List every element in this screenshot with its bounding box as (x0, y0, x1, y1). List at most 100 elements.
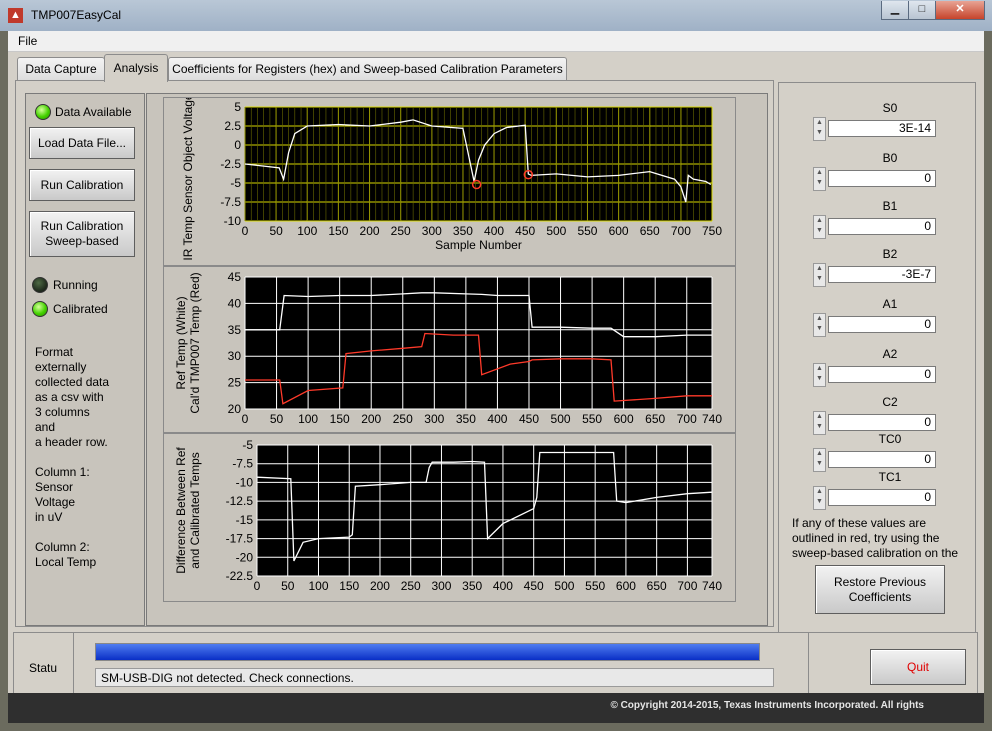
y-tick-label: 0 (234, 138, 241, 152)
x-tick-label: 450 (524, 579, 544, 593)
y-tick-label: 45 (228, 270, 242, 284)
restore-coefficients-button[interactable]: Restore Previous Coefficients (815, 565, 945, 614)
coefficients-note: If any of these values are outlined in r… (792, 516, 959, 560)
coef-spinner-b1[interactable]: ▲ ▼ (813, 215, 826, 239)
menu-bar: File (8, 31, 984, 52)
y-axis-label-line: Ref Temp (White) (174, 296, 188, 389)
x-tick-label: 550 (582, 412, 602, 426)
x-tick-label: 350 (462, 579, 482, 593)
x-tick-label: 600 (616, 579, 636, 593)
y-axis-label-line: IR Temp Sensor Object Voltage (uV) (181, 98, 195, 261)
coef-field-s0[interactable]: 3E-14 (828, 120, 936, 137)
x-tick-label: 300 (424, 412, 444, 426)
menu-file[interactable]: File (18, 34, 37, 48)
status-label: Statu (29, 661, 58, 675)
coef-field-b1[interactable]: 0 (828, 218, 936, 235)
y-tick-label: -7.5 (232, 457, 253, 471)
load-data-file-button[interactable]: Load Data File... (29, 127, 135, 159)
y-tick-label: -10 (236, 475, 254, 489)
coef-spinner-a1[interactable]: ▲ ▼ (813, 313, 826, 337)
temperature-chart: 0 50 100 150 200 250 300 350 400 450 500 550 600 650 7… (163, 266, 736, 433)
x-tick-label: 400 (487, 412, 507, 426)
x-tick-label: 250 (401, 579, 421, 593)
running-led (32, 277, 48, 293)
x-tick-label: 0 (254, 579, 261, 593)
coef-spinner-s0[interactable]: ▲ ▼ (813, 117, 826, 141)
coef-field-c2[interactable]: 0 (828, 414, 936, 431)
run-calibration-button[interactable]: Run Calibration (29, 169, 135, 201)
coef-field-a1[interactable]: 0 (828, 316, 936, 333)
coef-spinner-tc1[interactable]: ▲ ▼ (813, 486, 826, 510)
y-axis-label-line: Difference Between Ref (174, 447, 188, 574)
coef-field-b2[interactable]: -3E-7 (828, 266, 936, 283)
tab-data-capture[interactable]: Data Capture (17, 57, 105, 81)
y-tick-label: 25 (228, 376, 242, 390)
coef-field-a2[interactable]: 0 (828, 366, 936, 383)
tab-analysis[interactable]: Analysis (104, 54, 168, 82)
coef-spinner-b2[interactable]: ▲ ▼ (813, 263, 826, 287)
close-button[interactable]: ✕ (935, 1, 985, 20)
x-tick-label: 50 (269, 224, 283, 238)
x-tick-label: 700 (677, 412, 697, 426)
x-tick-label: 350 (453, 224, 473, 238)
x-axis-label: Sample Number (435, 238, 522, 252)
y-tick-label: -17.5 (226, 532, 254, 546)
x-tick-label: 500 (554, 579, 574, 593)
x-tick-label: 350 (456, 412, 476, 426)
format-instructions: Format externally collected data as a cs… (35, 345, 110, 569)
coef-label-a2: A2 (882, 347, 898, 361)
y-tick-label: 40 (228, 296, 242, 310)
progress-fill (96, 644, 759, 660)
x-tick-label: 650 (647, 579, 667, 593)
x-tick-label: 250 (393, 412, 413, 426)
app-icon: ▲ (8, 8, 23, 23)
run-calibration-sweep-button[interactable]: Run Calibration Sweep-based (29, 211, 135, 257)
y-axis-label-line: Cal'd TMP007 Temp (Red) (188, 272, 202, 413)
x-tick-label: 500 (551, 412, 571, 426)
y-tick-label: -5 (242, 438, 253, 452)
coef-label-b2: B2 (882, 247, 898, 261)
x-tick-label: 740 (702, 412, 722, 426)
difference-chart: 0 50 100 150 200 250 300 350 400 450 500 550 600 650 7… (163, 433, 736, 602)
ir-voltage-chart: 0 50 100 150 200 250 300 350 400 450 500 550 600 650 7… (163, 67, 736, 266)
x-tick-label: 300 (431, 579, 451, 593)
y-tick-label: -2.5 (220, 157, 241, 171)
coef-spinner-tc0[interactable]: ▲ ▼ (813, 448, 826, 472)
window-title: TMP007EasyCal (31, 8, 122, 22)
status-label-box: Statu (13, 632, 75, 694)
maximize-button[interactable]: □ (908, 1, 936, 20)
x-tick-label: 450 (519, 412, 539, 426)
y-tick-label: 35 (228, 323, 242, 337)
coef-spinner-a2[interactable]: ▲ ▼ (813, 363, 826, 387)
y-tick-label: -12.5 (226, 494, 254, 508)
coef-spinner-b0[interactable]: ▲ ▼ (813, 167, 826, 191)
x-tick-label: 700 (671, 224, 691, 238)
tab-coefficients[interactable]: Coefficients for Registers (hex) and Swe… (168, 57, 567, 81)
x-tick-label: 150 (330, 412, 350, 426)
x-tick-label: 150 (339, 579, 359, 593)
x-tick-label: 400 (484, 224, 504, 238)
quit-button[interactable]: Quit (870, 649, 966, 685)
y-tick-label: -20 (236, 550, 254, 564)
copyright-text: © Copyright 2014-2015, Texas Instruments… (610, 700, 924, 711)
minimize-button[interactable]: ▁ (881, 1, 909, 20)
running-label: Running (53, 278, 98, 292)
y-tick-label: 20 (228, 402, 242, 416)
x-tick-label: 100 (297, 224, 317, 238)
x-tick-label: 450 (515, 224, 535, 238)
x-tick-label: 400 (493, 579, 513, 593)
coef-field-tc0[interactable]: 0 (828, 451, 936, 468)
data-available-label: Data Available (55, 105, 132, 119)
calibrated-label: Calibrated (53, 302, 108, 316)
coef-label-s0: S0 (882, 101, 898, 115)
x-tick-label: 250 (391, 224, 411, 238)
y-tick-label: -7.5 (220, 195, 241, 209)
y-tick-label: 30 (228, 349, 242, 363)
x-tick-label: 50 (270, 412, 284, 426)
coef-field-b0[interactable]: 0 (828, 170, 936, 187)
title-bar (0, 0, 992, 31)
x-tick-label: 50 (281, 579, 295, 593)
x-tick-label: 300 (422, 224, 442, 238)
coef-field-tc1[interactable]: 0 (828, 489, 936, 506)
x-tick-label: 100 (298, 412, 318, 426)
